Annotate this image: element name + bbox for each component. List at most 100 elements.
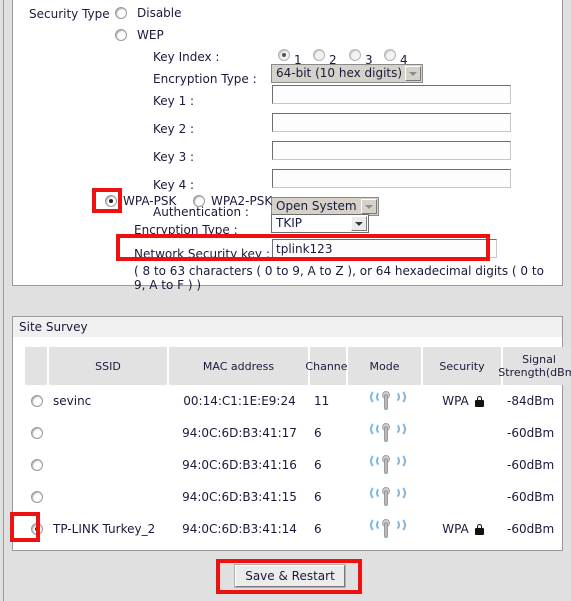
radio-wpa-psk[interactable]	[105, 195, 117, 207]
cell-ssid: TP-LINK Turkey_2	[53, 522, 156, 536]
row-radio[interactable]	[31, 395, 43, 407]
cell-signal: -84dBm	[507, 394, 555, 408]
radio-key-index-1[interactable]	[278, 49, 290, 61]
row-radio[interactable]	[31, 427, 43, 439]
row-select-cell[interactable]	[25, 481, 49, 513]
radio-wep[interactable]	[115, 29, 127, 41]
cell-channel: 6	[314, 490, 322, 504]
cell-mode	[348, 417, 423, 449]
security-settings-panel: Security Type Disable WEP Key Index : 1 …	[12, 0, 563, 292]
row-radio[interactable]	[31, 459, 43, 471]
wifi-signal-icon	[369, 517, 406, 540]
cell-mac: 94:0C:6D:B3:41:16	[182, 458, 297, 472]
key-2-label: Key 2 :	[153, 122, 195, 136]
authentication-value: Open System	[276, 199, 357, 213]
key-1-label: Key 1 :	[153, 94, 195, 108]
cell-security: WPA	[423, 385, 503, 417]
row-select-cell[interactable]	[25, 417, 49, 449]
cell-mac: 94:0C:6D:B3:41:17	[182, 426, 297, 440]
wifi-signal-icon	[369, 421, 406, 444]
key-3-input[interactable]	[272, 141, 511, 160]
label-wpa2-psk: WPA2-PSK	[211, 194, 273, 208]
th-mode: Mode	[348, 347, 423, 385]
save-restart-button[interactable]: Save & Restart	[235, 565, 345, 587]
security-text: WPA	[442, 522, 469, 536]
cell-ssid	[53, 481, 169, 513]
radio-wpa2-psk[interactable]	[193, 195, 205, 207]
cell-mode	[348, 385, 423, 417]
network-security-key-hint: ( 8 to 63 characters ( 0 to 9, A to Z ),…	[134, 264, 544, 292]
security-text: WPA	[442, 394, 469, 408]
table-row[interactable]: TP-LINK Turkey_2 94:0C:6D:B3:41:14 6 WPA	[25, 513, 554, 545]
th-signal-strength: Signal Strength(dBm)	[498, 347, 571, 385]
radio-disable[interactable]	[115, 7, 127, 19]
label-wpa-psk: WPA-PSK	[123, 194, 177, 208]
cell-ssid: sevinc	[53, 394, 92, 408]
row-select-cell[interactable]	[25, 385, 49, 417]
cell-channel: 6	[314, 458, 322, 472]
th-mac-address: MAC address	[169, 347, 310, 385]
cell-channel: 6	[314, 426, 322, 440]
radio-key-index-3[interactable]	[349, 49, 361, 61]
key-4-input[interactable]	[272, 169, 511, 188]
network-security-key-input[interactable]	[272, 239, 497, 258]
cell-channel: 6	[314, 522, 322, 536]
row-radio[interactable]	[31, 523, 43, 535]
row-select-cell[interactable]	[25, 513, 49, 545]
lock-icon	[474, 523, 484, 535]
row-radio[interactable]	[31, 491, 43, 503]
key-2-input[interactable]	[272, 113, 511, 132]
cell-security	[423, 481, 503, 513]
chevron-down-icon	[361, 199, 377, 214]
wpa-encryption-type-label: Encryption Type :	[134, 223, 238, 237]
th-ssid: SSID	[49, 347, 169, 385]
wpa-encryption-type-value: TKIP	[276, 216, 302, 230]
wep-encryption-type-value: 64-bit (10 hex digits)	[276, 66, 403, 80]
cell-security: WPA	[423, 513, 503, 545]
table-row[interactable]: 94:0C:6D:B3:41:17 6 -60dBm	[25, 417, 554, 449]
radio-key-index-2[interactable]	[313, 49, 325, 61]
cell-mode	[348, 513, 423, 545]
label-wep: WEP	[137, 28, 164, 42]
wep-encryption-type-select[interactable]: 64-bit (10 hex digits)	[271, 64, 423, 83]
cell-security	[423, 449, 503, 481]
table-row[interactable]: sevinc 00:14:C1:1E:E9:24 11 WPA -84dBm	[25, 385, 554, 417]
th-signal-line2: Strength(dBm)	[498, 366, 571, 379]
key-4-label: Key 4 :	[153, 178, 195, 192]
cell-mac: 00:14:C1:1E:E9:24	[183, 394, 296, 408]
cell-ssid	[53, 417, 169, 449]
th-signal-line1: Signal	[522, 353, 556, 366]
cell-ssid	[53, 449, 169, 481]
th-select	[25, 347, 49, 385]
network-security-key-label: Network Security key :	[134, 247, 270, 261]
cell-signal: -60dBm	[507, 426, 555, 440]
table-row[interactable]: 94:0C:6D:B3:41:15 6 -60dBm	[25, 481, 554, 513]
key-index-label: Key Index :	[153, 50, 220, 64]
th-channel: Channel	[305, 347, 351, 385]
radio-key-index-4[interactable]	[384, 49, 396, 61]
cell-mac: 94:0C:6D:B3:41:15	[182, 490, 297, 504]
chevron-down-icon	[351, 216, 367, 231]
site-survey-title: Site Survey	[13, 317, 562, 337]
site-survey-panel: Site Survey SSID MAC address Channel Mod…	[12, 316, 571, 551]
th-security: Security	[423, 347, 503, 385]
wifi-signal-icon	[369, 389, 406, 412]
table-row[interactable]: 94:0C:6D:B3:41:16 6 -60dBm	[25, 449, 554, 481]
cell-mac: 94:0C:6D:B3:41:14	[182, 522, 297, 536]
cell-security	[423, 417, 503, 449]
cell-signal: -60dBm	[507, 490, 555, 504]
chevron-down-icon	[405, 66, 421, 81]
table-header-row: SSID MAC address Channel Mode Security S…	[25, 347, 571, 385]
page-left-edge	[3, 0, 4, 601]
wifi-signal-icon	[369, 453, 406, 476]
cell-channel: 11	[314, 394, 330, 408]
label-disable: Disable	[137, 6, 182, 20]
key-3-label: Key 3 :	[153, 150, 195, 164]
router-wireless-security-page: Security Type Disable WEP Key Index : 1 …	[0, 0, 571, 601]
wpa-encryption-type-select[interactable]: TKIP	[271, 214, 369, 233]
cell-mode	[348, 481, 423, 513]
row-select-cell[interactable]	[25, 449, 49, 481]
security-type-label: Security Type	[29, 7, 110, 21]
cell-mode	[348, 449, 423, 481]
key-1-input[interactable]	[272, 85, 511, 104]
